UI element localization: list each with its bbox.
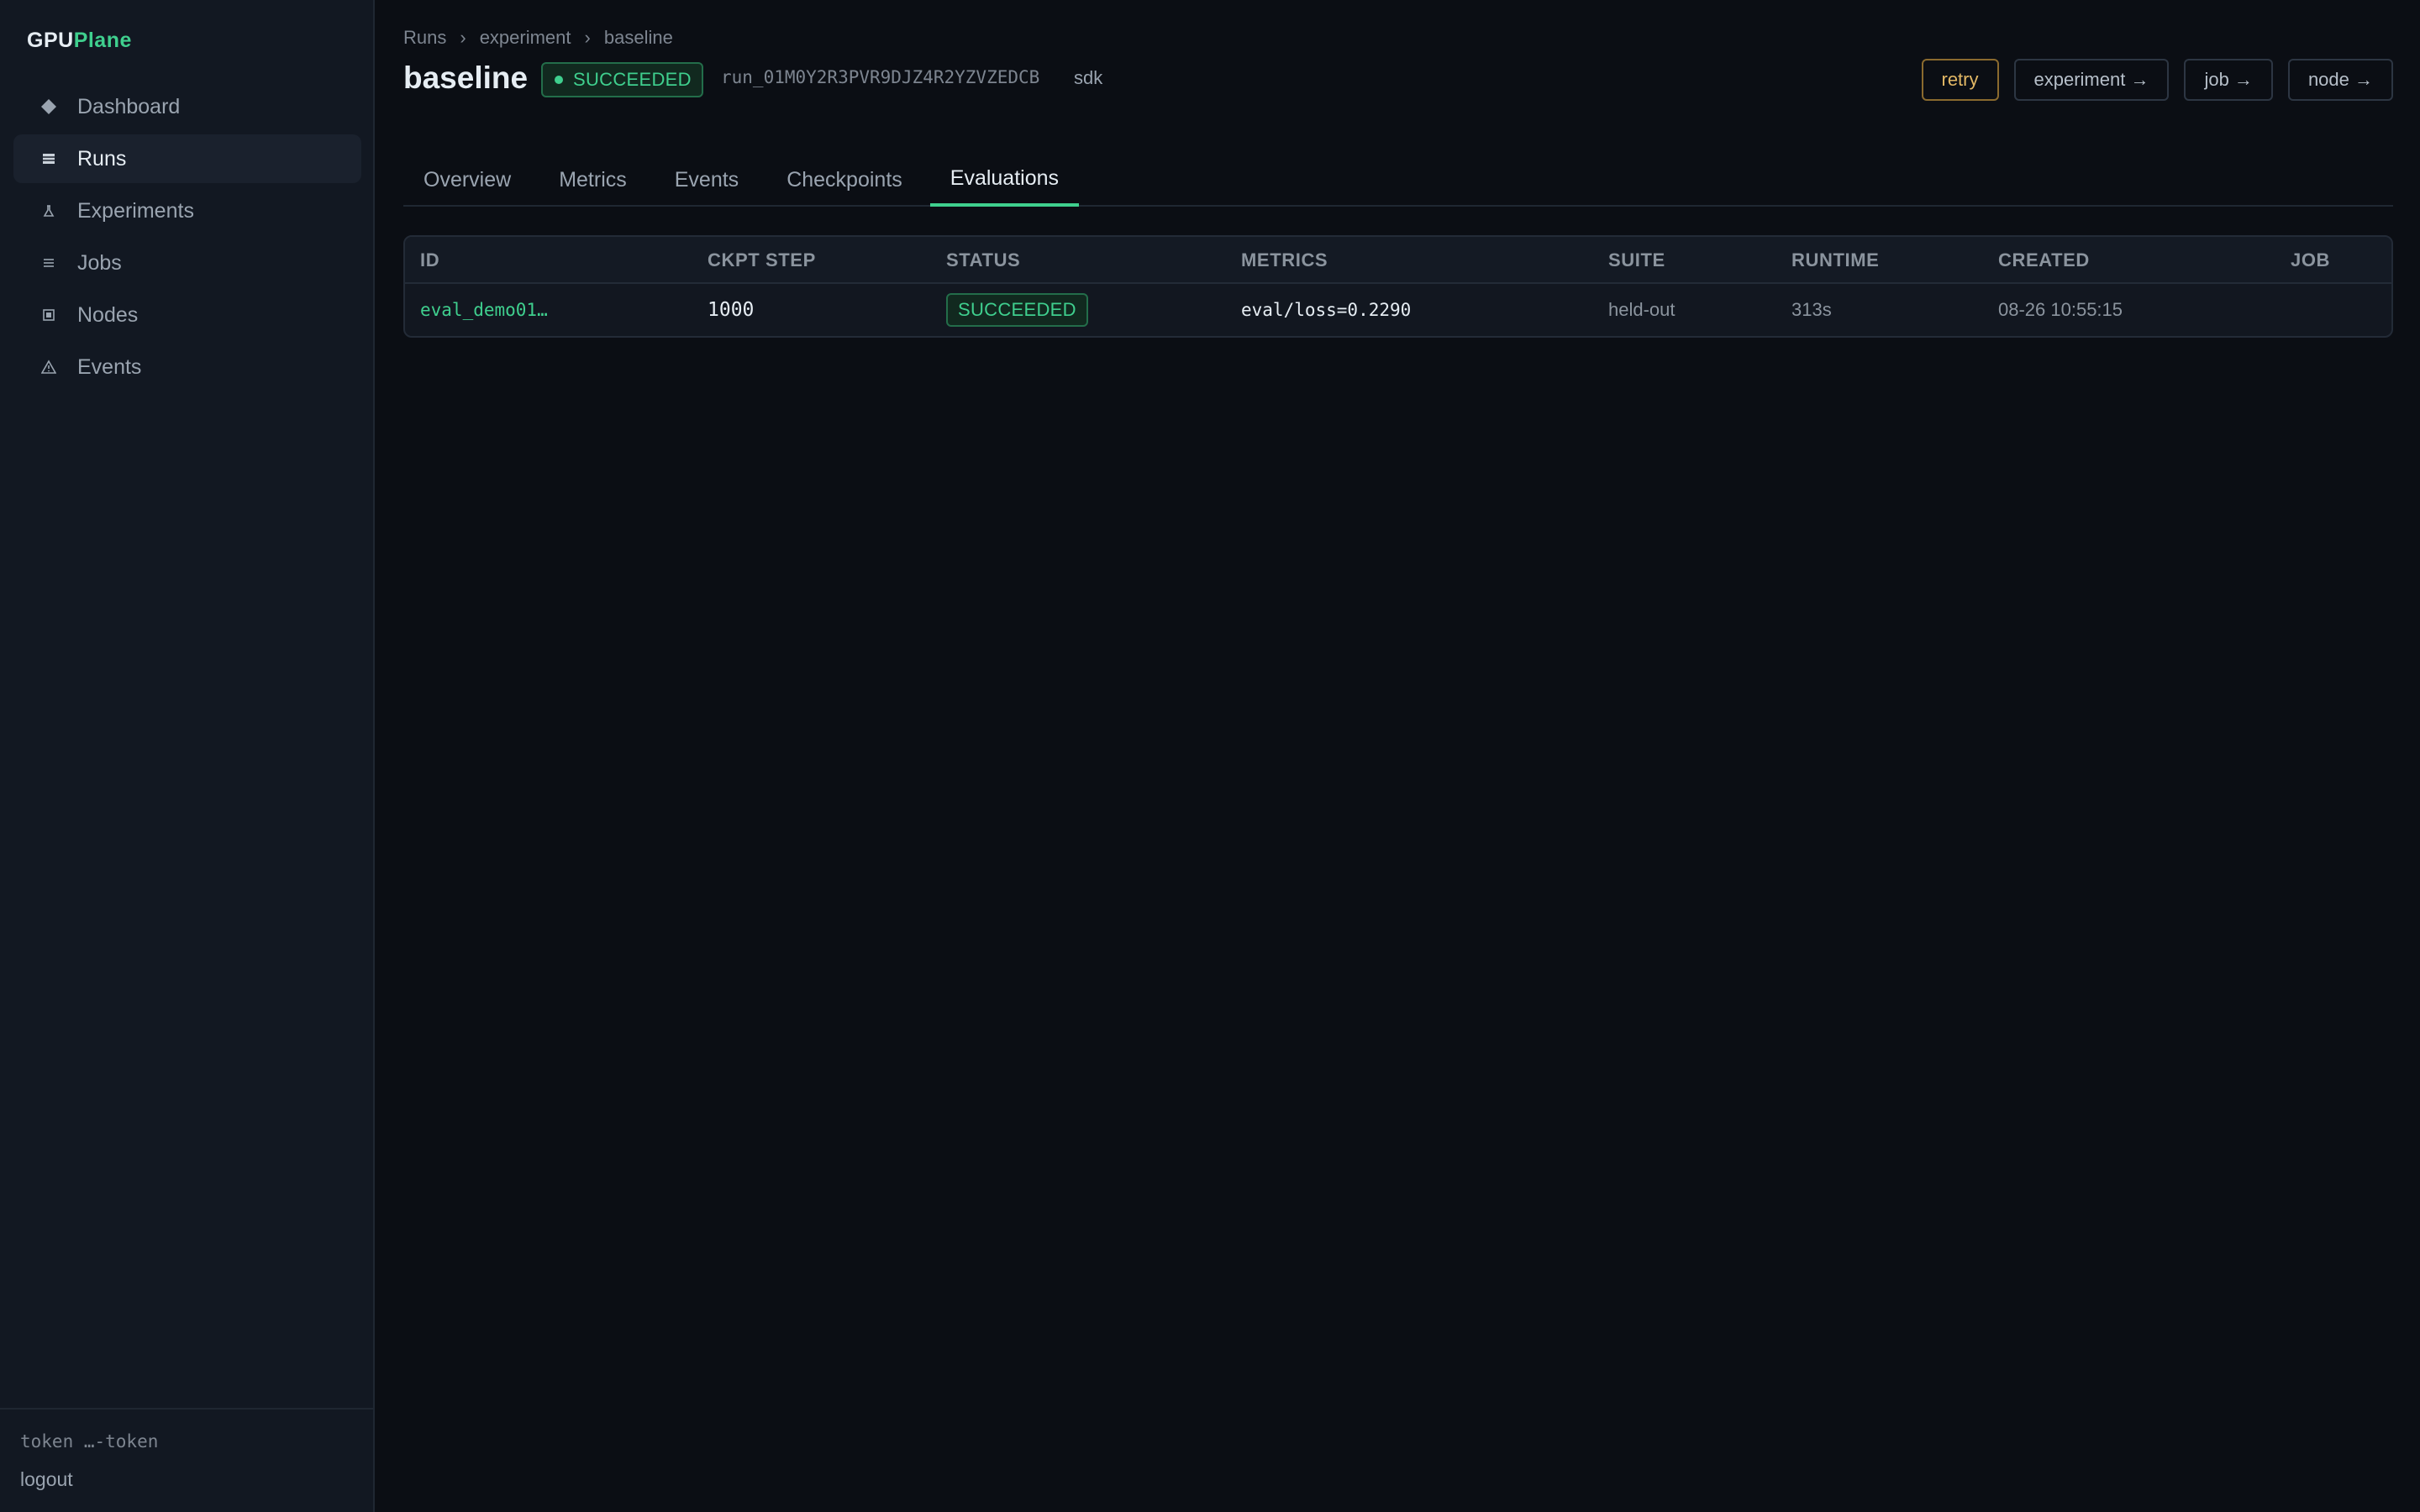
status-label: SUCCEEDED	[573, 69, 692, 90]
tab-events[interactable]: Events	[655, 153, 759, 207]
sidebar-item-label: Dashboard	[77, 94, 181, 118]
warning-icon	[37, 360, 60, 375]
list-icon	[37, 255, 60, 270]
app-root: GPUPlane Dashboard Runs Experiments Jobs…	[0, 0, 2420, 1512]
status-badge: SUCCEEDED	[541, 62, 703, 97]
sidebar-item-jobs[interactable]: Jobs	[13, 239, 361, 287]
column-header-created[interactable]: CREATED	[1998, 237, 2090, 284]
sidebar-item-dashboard[interactable]: Dashboard	[13, 82, 361, 131]
cell-runtime: 313s	[1791, 299, 1832, 320]
column-header-status[interactable]: STATUS	[946, 237, 1020, 284]
breadcrumb-experiment[interactable]: experiment	[480, 27, 571, 49]
breadcrumb-runs[interactable]: Runs	[403, 27, 446, 49]
square-icon	[37, 151, 60, 166]
experiment-link-button[interactable]: experiment →	[2013, 59, 2170, 101]
sidebar-item-label: Runs	[77, 146, 127, 171]
sidebar-item-events[interactable]: Events	[13, 343, 361, 391]
main-content: Runs › experiment › baseline baseline SU…	[375, 0, 2420, 1512]
sidebar-item-experiments[interactable]: Experiments	[13, 186, 361, 235]
brand-part-1: GPU	[27, 29, 74, 52]
status-badge: SUCCEEDED	[946, 293, 1088, 327]
sidebar-footer: token …-token logout	[0, 1408, 373, 1512]
tab-overview[interactable]: Overview	[403, 153, 531, 207]
sidebar-nav: Dashboard Runs Experiments Jobs Nodes Ev…	[13, 82, 361, 395]
diamond-icon	[37, 98, 60, 115]
column-header-suite[interactable]: SUITE	[1608, 237, 1665, 284]
column-header-id[interactable]: ID	[420, 237, 439, 284]
brand-part-2: Plane	[73, 29, 132, 52]
breadcrumb-current: baseline	[603, 27, 673, 48]
cell-eval-id[interactable]: eval_demo01…	[420, 284, 548, 336]
logout-link[interactable]: logout	[20, 1468, 73, 1491]
table-header: ID CKPT STEP STATUS METRICS SUITE RUNTIM…	[405, 237, 2391, 284]
breadcrumb-separator-icon: ›	[460, 27, 466, 48]
retry-button[interactable]: retry	[1921, 59, 1999, 101]
node-link-button[interactable]: node →	[2287, 59, 2393, 101]
column-header-runtime[interactable]: RUNTIME	[1791, 237, 1879, 284]
breadcrumb: Runs › experiment › baseline	[403, 27, 673, 49]
sidebar-item-runs[interactable]: Runs	[13, 134, 361, 183]
tab-evaluations[interactable]: Evaluations	[929, 153, 1080, 207]
sidebar-item-label: Experiments	[77, 198, 194, 223]
column-header-job[interactable]: JOB	[2291, 237, 2330, 284]
flask-icon	[37, 203, 60, 218]
run-id: run_01M0Y2R3PVR9DJZ4R2YZVZEDCB	[721, 67, 1040, 87]
tab-bar: Overview Metrics Events Checkpoints Eval…	[403, 153, 2393, 207]
status-dot-icon	[555, 76, 563, 84]
tab-metrics[interactable]: Metrics	[539, 153, 647, 207]
column-header-ckpt-step[interactable]: CKPT STEP	[708, 237, 816, 284]
cell-created: 08-26 10:55:15	[1998, 299, 2123, 320]
node-icon	[37, 307, 60, 323]
cell-suite: held-out	[1608, 299, 1676, 320]
cell-status: SUCCEEDED	[946, 284, 1088, 336]
token-display: token …-token	[20, 1431, 159, 1452]
sidebar: GPUPlane Dashboard Runs Experiments Jobs…	[0, 0, 375, 1512]
tab-checkpoints[interactable]: Checkpoints	[766, 153, 923, 207]
brand-logo[interactable]: GPUPlane	[27, 29, 132, 53]
header-actions: retry experiment → job → node →	[1921, 59, 2393, 101]
sidebar-item-nodes[interactable]: Nodes	[13, 291, 361, 339]
evaluations-table: ID CKPT STEP STATUS METRICS SUITE RUNTIM…	[403, 235, 2393, 338]
breadcrumb-separator-icon: ›	[584, 27, 591, 48]
job-link-button[interactable]: job →	[2184, 59, 2273, 101]
run-source: sdk	[1074, 67, 1103, 88]
column-header-metrics[interactable]: METRICS	[1241, 237, 1328, 284]
table-row[interactable]: eval_demo01… 1000 SUCCEEDED eval/loss=0.…	[405, 284, 2391, 336]
sidebar-item-label: Events	[77, 354, 142, 379]
sidebar-item-label: Jobs	[77, 250, 122, 275]
sidebar-item-label: Nodes	[77, 302, 139, 327]
page-title: baseline	[403, 60, 529, 95]
cell-metrics: eval/loss=0.2290	[1241, 300, 1412, 320]
cell-ckpt-step: 1000	[708, 299, 755, 321]
